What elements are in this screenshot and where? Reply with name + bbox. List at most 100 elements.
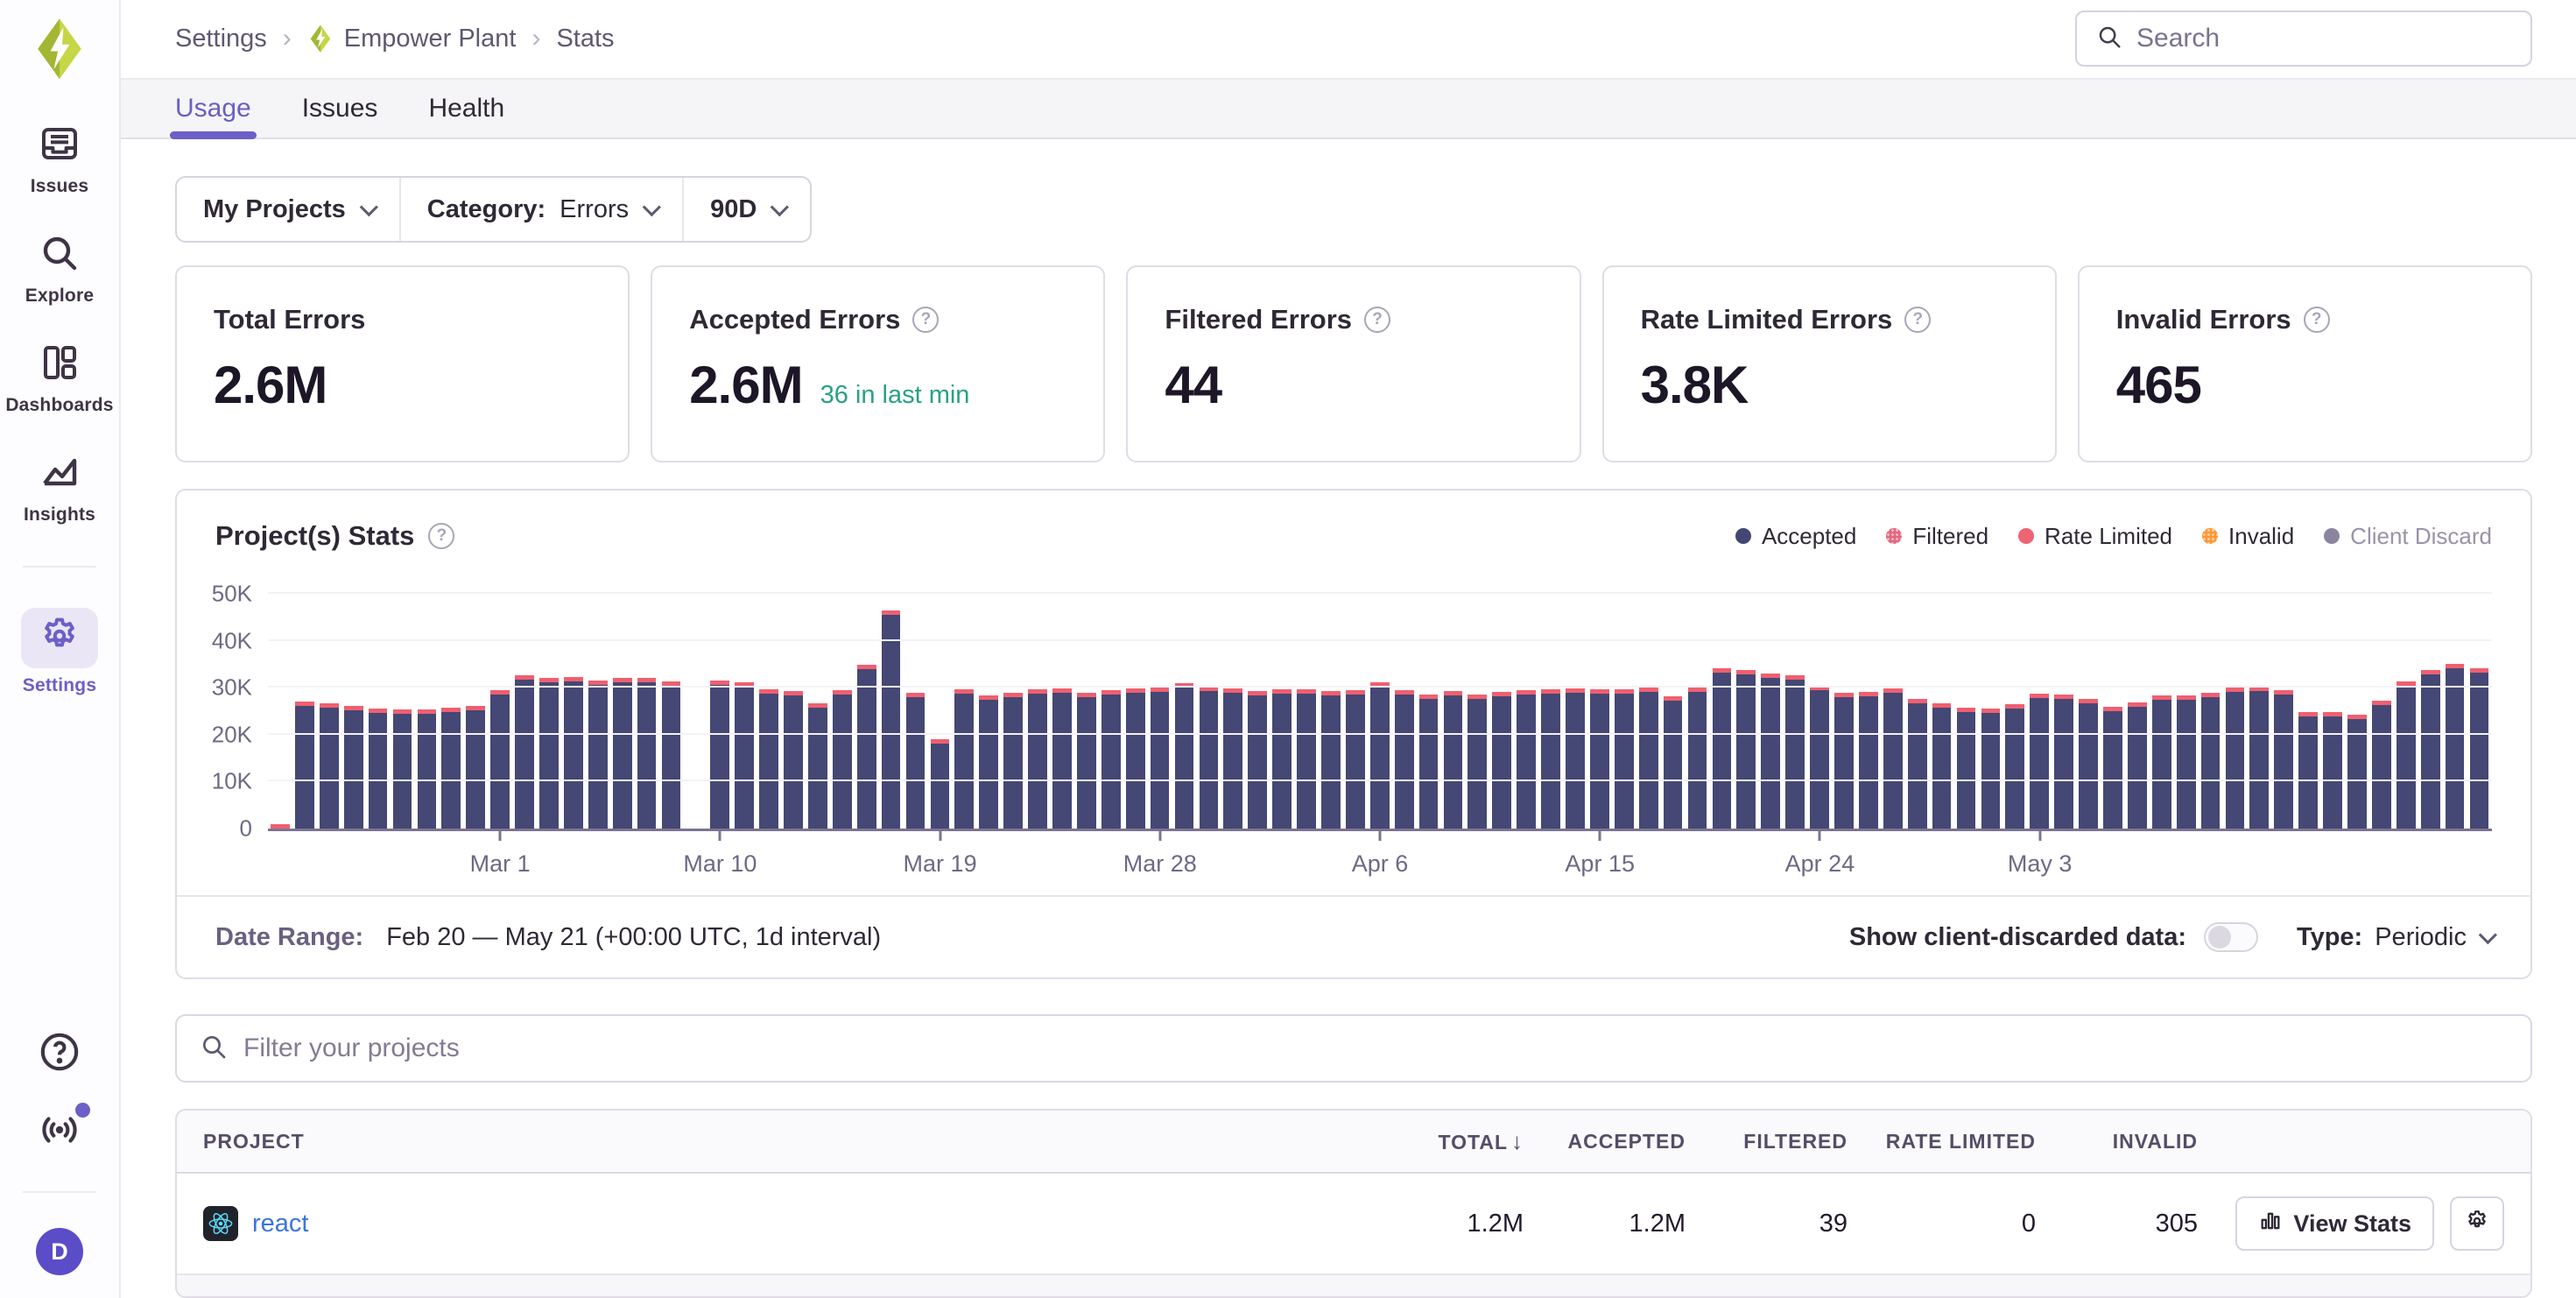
sidebar: Issues Explore Dashboards Insights Settings xyxy=(0,0,121,1298)
chart-bar xyxy=(1074,594,1099,829)
legend-item-filtered[interactable]: Filtered xyxy=(1886,523,1988,550)
breadcrumb: Settings › Empower Plant › Stats xyxy=(175,24,615,53)
project-link[interactable]: react xyxy=(252,1210,308,1238)
chart-bar xyxy=(927,594,952,829)
stat-card-subtext: 36 in last min xyxy=(820,381,970,410)
chart-bar xyxy=(2174,594,2199,829)
chart-bar xyxy=(2125,594,2150,829)
sidebar-item-label: Dashboards xyxy=(5,395,113,416)
chart-bar xyxy=(2418,594,2443,829)
legend-dot-icon xyxy=(1886,528,1902,544)
help-icon[interactable]: ? xyxy=(1904,307,1931,333)
sidebar-item-settings[interactable]: Settings xyxy=(0,608,119,696)
chart-bar xyxy=(292,594,317,829)
chart-bar xyxy=(439,594,463,829)
chart-bar xyxy=(806,594,830,829)
tab-usage[interactable]: Usage xyxy=(175,80,251,138)
help-icon[interactable]: ? xyxy=(1364,307,1390,333)
project-filter-box[interactable] xyxy=(175,1014,2532,1083)
y-axis-label: 30K xyxy=(212,674,252,702)
chart-bar xyxy=(1905,594,1930,829)
legend-item-rate-limited[interactable]: Rate Limited xyxy=(2018,523,2172,550)
tab-issues[interactable]: Issues xyxy=(302,80,378,138)
x-axis-tick xyxy=(1819,831,1821,841)
legend-item-client-discard[interactable]: Client Discard xyxy=(2324,523,2492,550)
x-axis-tick xyxy=(719,831,721,841)
whats-new-button[interactable] xyxy=(38,1108,81,1156)
chart-plot: 010K20K30K40K50K xyxy=(268,594,2492,829)
chart-bar xyxy=(414,594,439,829)
x-axis-tick xyxy=(939,831,941,841)
global-search[interactable] xyxy=(2075,11,2532,67)
chart-bar xyxy=(1392,594,1417,829)
table-row: react1.2M1.2M390305View Stats xyxy=(177,1174,2530,1273)
type-selector[interactable]: Type: Periodic xyxy=(2297,923,2492,952)
user-avatar[interactable]: D xyxy=(36,1228,83,1275)
view-stats-button[interactable]: View Stats xyxy=(2235,1196,2434,1251)
cell-invalid: 305 xyxy=(2036,1210,2198,1238)
chart-bar xyxy=(1636,594,1661,829)
date-range: Date Range: Feb 20 — May 21 (+00:00 UTC,… xyxy=(215,923,881,952)
help-icon xyxy=(38,1062,81,1077)
chart-bar xyxy=(1245,594,1270,829)
legend-item-accepted[interactable]: Accepted xyxy=(1735,523,1856,550)
cell-rate-limited: 0 xyxy=(1848,1210,2036,1238)
column-header-invalid: INVALID xyxy=(2036,1130,2198,1153)
help-icon[interactable]: ? xyxy=(2304,307,2330,333)
broadcast-icon xyxy=(38,1140,81,1155)
chart-bar xyxy=(2369,594,2394,829)
chart-bar xyxy=(1270,594,1294,829)
date-period-selector[interactable]: 90D xyxy=(684,178,810,241)
legend-item-invalid[interactable]: Invalid xyxy=(2202,523,2294,550)
y-axis-label: 20K xyxy=(212,721,252,748)
legend-label: Invalid xyxy=(2228,523,2294,550)
table-footer xyxy=(177,1273,2530,1296)
chart-bar xyxy=(976,594,1001,829)
help-button[interactable] xyxy=(38,1030,81,1078)
client-discard-toggle-label: Show client-discarded data: xyxy=(1849,923,2186,952)
project-filter-input[interactable] xyxy=(243,1033,2508,1063)
table-header: PROJECTTOTAL↓ACCEPTEDFILTEREDRATE LIMITE… xyxy=(177,1111,2530,1174)
sidebar-item-insights[interactable]: Insights xyxy=(0,451,119,526)
column-header-total[interactable]: TOTAL↓ xyxy=(1375,1128,1524,1155)
chart-bar xyxy=(1123,594,1148,829)
sidebar-item-dashboards[interactable]: Dashboards xyxy=(0,342,119,416)
sidebar-item-explore[interactable]: Explore xyxy=(0,232,119,307)
search-icon xyxy=(200,1033,228,1065)
insights-icon xyxy=(39,451,81,497)
breadcrumb-settings[interactable]: Settings xyxy=(175,25,267,53)
chart-gridline xyxy=(268,686,2492,688)
sidebar-item-label: Issues xyxy=(31,176,89,197)
chart-bar xyxy=(2052,594,2076,829)
sidebar-item-issues[interactable]: Issues xyxy=(0,123,119,197)
x-axis-label: Apr 6 xyxy=(1352,850,1409,878)
chart-bar xyxy=(904,594,928,829)
project-selector[interactable]: My Projects xyxy=(177,178,401,241)
org-logo[interactable] xyxy=(31,18,88,77)
chart-bar xyxy=(1001,594,1025,829)
chart-bar xyxy=(2467,594,2492,829)
chart-bar xyxy=(2443,594,2467,829)
sidebar-divider xyxy=(23,1191,96,1193)
category-selector[interactable]: Category: Errors xyxy=(401,178,684,241)
tab-health[interactable]: Health xyxy=(428,80,504,138)
breadcrumb-org[interactable]: Empower Plant xyxy=(307,25,517,53)
x-axis-tick xyxy=(2038,831,2041,841)
y-axis-label: 40K xyxy=(212,627,252,654)
chart-bar xyxy=(268,594,292,829)
sidebar-item-label: Explore xyxy=(25,286,94,307)
x-axis-label: Mar 1 xyxy=(470,850,531,878)
help-icon[interactable]: ? xyxy=(912,307,939,333)
stat-card-label: Filtered Errors xyxy=(1165,304,1352,335)
x-axis-label: Apr 15 xyxy=(1565,850,1635,878)
client-discard-toggle[interactable] xyxy=(2204,922,2258,952)
project-settings-button[interactable] xyxy=(2450,1196,2504,1251)
tab-bar: Usage Issues Health xyxy=(121,78,2576,139)
chart-bar xyxy=(1368,594,1392,829)
chart-x-axis: Mar 1Mar 10Mar 19Mar 28Apr 6Apr 15Apr 24… xyxy=(268,829,2492,883)
global-search-input[interactable] xyxy=(2136,24,2511,53)
chart-bar xyxy=(488,594,512,829)
legend-dot-icon xyxy=(1735,528,1751,544)
help-icon[interactable]: ? xyxy=(428,523,454,549)
chart-bar xyxy=(2027,594,2052,829)
